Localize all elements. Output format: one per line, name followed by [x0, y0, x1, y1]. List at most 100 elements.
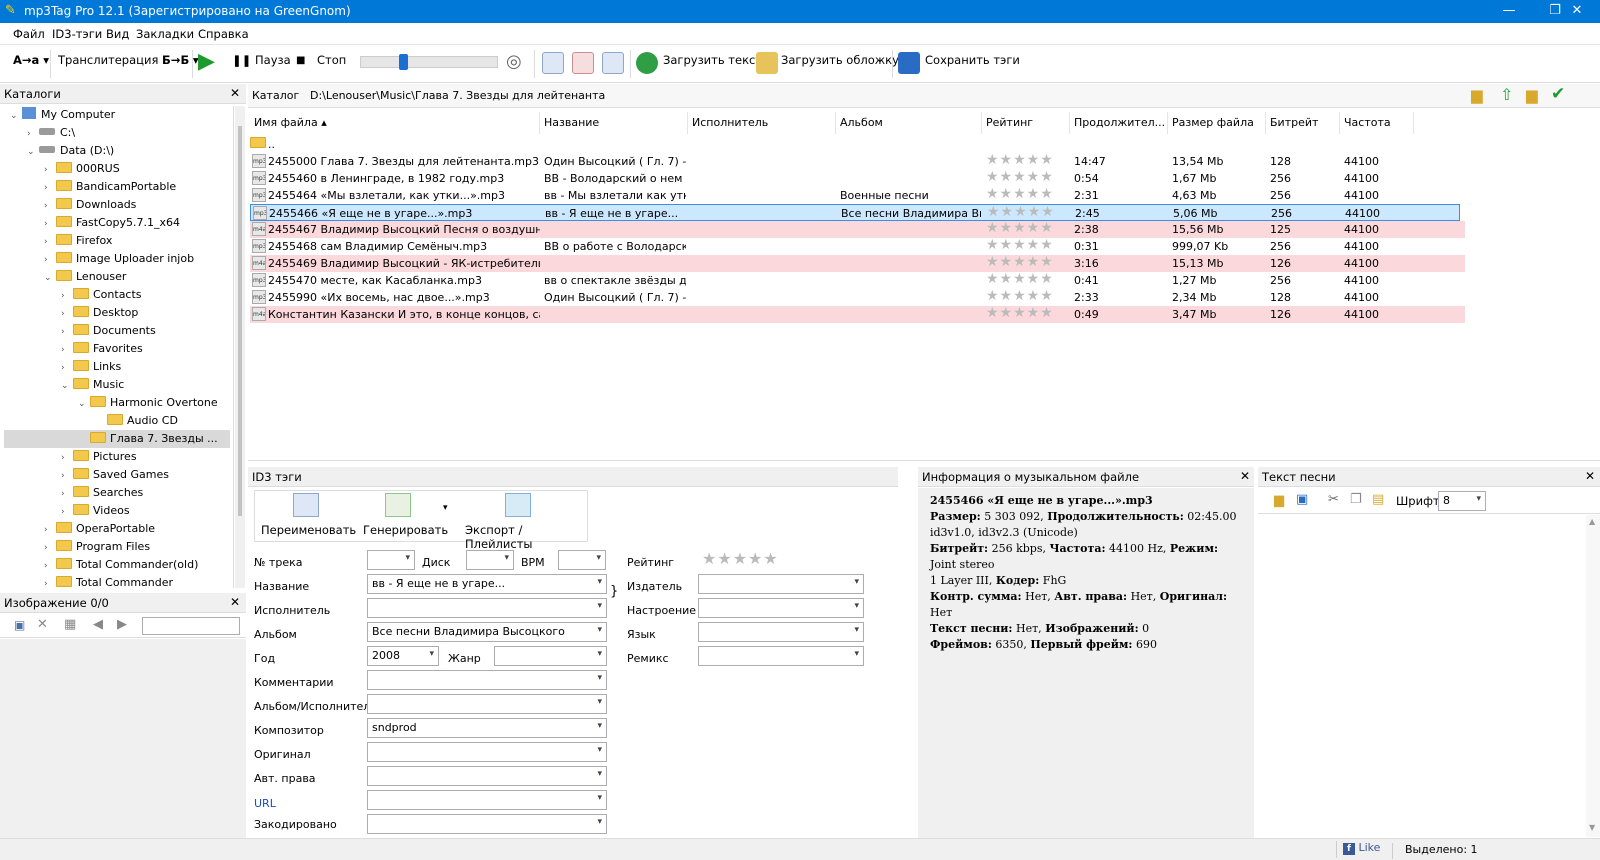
speaker-icon[interactable]: ◎	[506, 51, 522, 72]
save-icon[interactable]	[898, 52, 920, 74]
save-tags-button[interactable]: Сохранить тэги	[925, 53, 1020, 67]
chevron-down-icon[interactable]: ⌄	[44, 269, 56, 287]
rating-stars[interactable]: ★★★★★	[986, 186, 1070, 203]
tree-item[interactable]: › Desktop	[61, 304, 138, 322]
tree-item[interactable]: › BandicamPortable	[44, 178, 176, 196]
col-frequency[interactable]: Частота	[1340, 112, 1414, 134]
language-field[interactable]: ▾	[698, 622, 864, 642]
copy-icon[interactable]: ❐	[1350, 492, 1362, 507]
col-artist[interactable]: Исполнитель	[688, 112, 836, 134]
tree-item[interactable]: › Contacts	[61, 286, 142, 304]
comment-field[interactable]: ▾	[367, 670, 607, 690]
rating-stars[interactable]: ★★★★★	[986, 288, 1070, 305]
chevron-down-icon[interactable]: ⌄	[10, 107, 22, 125]
rating-stars[interactable]: ★★★★★	[986, 152, 1070, 169]
folder-browse-icon[interactable]: ▆	[1471, 86, 1483, 104]
chevron-right-icon[interactable]: ›	[61, 323, 73, 341]
composer-field[interactable]: sndprod ▾	[367, 718, 607, 738]
tree-item[interactable]: › Favorites	[61, 340, 143, 358]
tree-item[interactable]: › C:\	[27, 124, 75, 142]
tree-scrollbar[interactable]	[235, 106, 245, 588]
rating-stars[interactable]: ★★★★★	[986, 220, 1070, 237]
chevron-right-icon[interactable]: ›	[44, 233, 56, 251]
rating-stars[interactable]: ★★★★★	[986, 169, 1070, 186]
tree-item[interactable]: › Total Commander	[44, 574, 173, 588]
chevron-right-icon[interactable]: ›	[61, 305, 73, 323]
tree-scrollbar-thumb[interactable]	[238, 126, 242, 516]
tree-item[interactable]: › 000RUS	[44, 160, 120, 178]
lyrics-scrollbar[interactable]: ▲ ▼	[1586, 515, 1600, 837]
volume-slider-thumb[interactable]	[399, 54, 408, 70]
tree-item[interactable]: ⌄ Data (D:\)	[27, 142, 114, 160]
chevron-down-icon[interactable]: ⌄	[78, 395, 90, 413]
col-bitrate[interactable]: Битрейт	[1266, 112, 1340, 134]
generate-dropdown-icon[interactable]: ▾	[443, 503, 448, 513]
file-row[interactable]: mp3 2455990 «Их восемь, нас двое...».mp3 О…	[250, 288, 1465, 306]
year-field[interactable]: 2008 ▾	[367, 646, 439, 666]
image-desc-input[interactable]	[142, 617, 240, 635]
image-add-icon[interactable]: ▣	[14, 618, 25, 632]
parent-dir-row[interactable]: ..	[250, 136, 1465, 153]
tag-rewrite-icon[interactable]	[602, 52, 624, 74]
tree-item[interactable]: › Links	[61, 358, 121, 376]
publisher-field[interactable]: ▾	[698, 574, 864, 594]
chevron-right-icon[interactable]: ›	[27, 125, 39, 143]
album-artist-field[interactable]: ▾	[367, 694, 607, 714]
file-row[interactable]: mp3 2455460 в Ленинграде, в 1982 году.mp3…	[250, 169, 1465, 187]
original-field[interactable]: ▾	[367, 742, 607, 762]
like-button[interactable]: f Like	[1336, 841, 1384, 858]
tree-item[interactable]: › Program Files	[44, 538, 150, 556]
tree-item[interactable]: › Total Commander(old)	[44, 556, 198, 574]
tree-item[interactable]: › Downloads	[44, 196, 136, 214]
menu-file[interactable]: Файл	[13, 27, 45, 41]
stop-icon[interactable]: ■	[296, 55, 305, 66]
chevron-right-icon[interactable]: ›	[44, 557, 56, 575]
remix-field[interactable]: ▾	[698, 646, 864, 666]
image-prev-icon[interactable]: ◀	[93, 617, 103, 632]
chevron-right-icon[interactable]: ›	[44, 575, 56, 588]
chevron-right-icon[interactable]: ›	[44, 179, 56, 197]
close-icon[interactable]: ✕	[1554, 0, 1600, 23]
tree-item[interactable]: ⌄ My Computer	[10, 106, 115, 124]
chevron-right-icon[interactable]: ›	[44, 521, 56, 539]
rating-stars[interactable]: ★★★★★	[986, 271, 1070, 288]
play-icon[interactable]: ▶	[198, 49, 215, 74]
chevron-right-icon[interactable]: ›	[44, 539, 56, 557]
cut-icon[interactable]: ✂	[1328, 492, 1339, 507]
chevron-right-icon[interactable]: ›	[61, 359, 73, 377]
mood-field[interactable]: ▾	[698, 598, 864, 618]
check-icon[interactable]: ✔	[1551, 84, 1565, 104]
rating-stars[interactable]: ★★★★★	[986, 237, 1070, 254]
volume-slider[interactable]	[360, 54, 498, 70]
tag-convert-icon[interactable]	[542, 52, 564, 74]
menu-help[interactable]: Справка	[198, 27, 249, 41]
chevron-right-icon[interactable]: ›	[61, 485, 73, 503]
tree-item[interactable]: › Saved Games	[61, 466, 169, 484]
rating-stars[interactable]: ★★★★★	[986, 305, 1070, 322]
tree-item[interactable]: › OperaPortable	[44, 520, 155, 538]
info-close-icon[interactable]: ✕	[1240, 469, 1250, 483]
lyrics-open-icon[interactable]: ▆	[1274, 493, 1284, 508]
tree-item[interactable]: › Image Uploader injob	[44, 250, 194, 268]
col-filename[interactable]: Имя файла ▴	[250, 112, 540, 134]
chevron-right-icon[interactable]: ›	[44, 161, 56, 179]
path-value[interactable]: D:\Lenouser\Music\Глава 7. Звезды для ле…	[310, 89, 605, 102]
tree-item[interactable]: › Searches	[61, 484, 143, 502]
encoded-field[interactable]: ▾	[367, 814, 607, 834]
file-row[interactable]: m4a Константин Казански И это, в конце ко…	[250, 305, 1465, 323]
chevron-down-icon[interactable]: ⌄	[61, 377, 73, 395]
tree-item[interactable]: Audio CD	[95, 412, 178, 430]
tree-item[interactable]: ⌄ Lenouser	[44, 268, 126, 286]
tree-item[interactable]: ⌄ Harmonic Overtone	[78, 394, 218, 412]
col-title[interactable]: Название	[540, 112, 688, 134]
folder-tree[interactable]: ⌄ My Computer › C:\ ⌄ Data (D:\) › 000RUS › Bandi…	[4, 106, 234, 588]
url-label[interactable]: URL	[254, 797, 276, 810]
track-field[interactable]: ▾	[367, 550, 415, 570]
tree-item[interactable]: › Documents	[61, 322, 156, 340]
tree-item[interactable]: ⌄ Music	[61, 376, 124, 394]
tree-item[interactable]: Глава 7. Звезды ...	[4, 430, 230, 448]
col-size[interactable]: Размер файла	[1168, 112, 1266, 134]
file-row[interactable]: mp3 2455466 «Я еще не в угаре...».mp3 вв -…	[250, 204, 1460, 221]
folder-up-icon[interactable]: ⇧	[1500, 85, 1513, 104]
chevron-right-icon[interactable]: ›	[61, 341, 73, 359]
